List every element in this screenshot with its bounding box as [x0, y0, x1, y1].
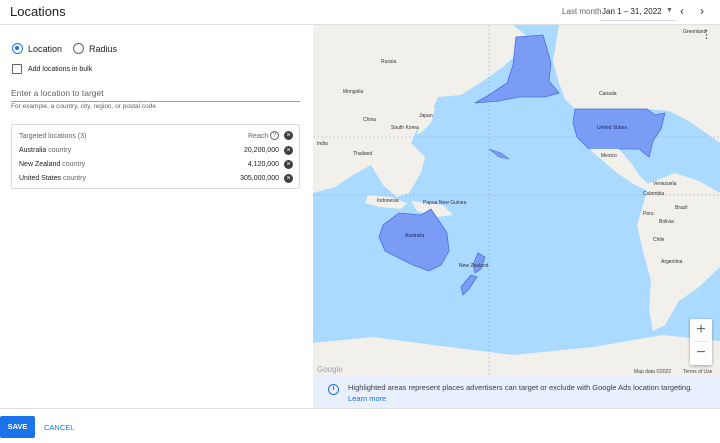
- asia-landmass: [313, 25, 528, 197]
- map-label-papua-new-guinea: Papua New Guinea: [423, 200, 467, 206]
- footer: SAVE CANCEL: [0, 408, 720, 443]
- map-label-japan: Japan: [419, 113, 433, 119]
- radius-radio[interactable]: [73, 43, 85, 54]
- remove-location-icon[interactable]: ×: [284, 160, 293, 169]
- cancel-button[interactable]: CANCEL: [44, 423, 74, 432]
- location-type-group: Location Radius: [12, 43, 128, 54]
- location-name: Australia: [19, 147, 47, 154]
- table-row: United States country: [19, 175, 86, 182]
- location-radio[interactable]: [12, 43, 23, 54]
- map-label-peru: Peru: [643, 211, 654, 217]
- more-vert-icon[interactable]: ⋮: [701, 28, 712, 41]
- zoom-controls: + −: [690, 319, 712, 365]
- info-text: Highlighted areas represent places adver…: [348, 382, 708, 404]
- location-radio-label[interactable]: Location: [28, 44, 62, 54]
- map-label-new-zealand: New Zealand: [459, 263, 489, 269]
- map-label-bolivia: Bolivia: [659, 219, 674, 225]
- save-button[interactable]: SAVE: [0, 416, 35, 438]
- date-underline: [600, 20, 676, 21]
- bulk-add-label[interactable]: Add locations in bulk: [28, 66, 92, 73]
- caret-down-icon[interactable]: ▼: [666, 7, 673, 14]
- date-label: Last month: [562, 7, 602, 16]
- page-title: Locations: [10, 4, 66, 19]
- map-label-mexico: Mexico: [601, 153, 617, 159]
- date-range-selector[interactable]: Jan 1 – 31, 2022: [602, 7, 662, 16]
- map-label-china: China: [363, 117, 376, 123]
- help-icon[interactable]: ?: [270, 131, 279, 140]
- search-hint: For example, a country, city, region, or…: [11, 103, 156, 110]
- remove-location-icon[interactable]: ×: [284, 146, 293, 155]
- remove-location-icon[interactable]: ×: [284, 174, 293, 183]
- map-label-chile: Chile: [653, 237, 665, 243]
- zoom-in-button[interactable]: +: [690, 319, 712, 341]
- table-row: Australia country: [19, 147, 71, 154]
- location-reach: 4,120,000: [247, 161, 279, 168]
- map-canvas: Greenland Russia Mongolia China South Ko…: [313, 25, 720, 375]
- location-type: country: [62, 161, 86, 168]
- info-message: Highlighted areas represent places adver…: [348, 383, 693, 392]
- hawaii-highlight: [488, 148, 510, 160]
- map-label-thailand: Thailand: [353, 151, 372, 157]
- map-label-brazil: Brazil: [675, 205, 688, 211]
- table-row: New Zealand country: [19, 161, 85, 168]
- location-type: country: [48, 147, 72, 154]
- reach-header: Reach: [248, 133, 269, 140]
- map[interactable]: Greenland Russia Mongolia China South Ko…: [313, 25, 720, 408]
- chevron-right-icon[interactable]: ›: [700, 4, 704, 18]
- location-reach: 305,000,000: [240, 175, 279, 182]
- location-type: country: [62, 175, 86, 182]
- map-label-south-korea: South Korea: [391, 125, 419, 131]
- location-panel: Location Radius Add locations in bulk Fo…: [0, 25, 313, 408]
- map-label-united-states: United States: [597, 125, 628, 131]
- map-label-canada: Canada: [599, 91, 617, 97]
- map-label-colombia: Colombia: [643, 191, 664, 197]
- map-label-venezuela: Venezuela: [653, 181, 677, 187]
- map-label-australia: Australia: [405, 233, 425, 239]
- info-icon: i: [328, 384, 339, 395]
- australia-highlight: [378, 208, 450, 272]
- location-name: United States: [19, 175, 62, 182]
- mexico-landmass: [589, 149, 655, 191]
- remove-all-icon[interactable]: ×: [284, 131, 293, 140]
- location-search-input[interactable]: [11, 85, 300, 102]
- map-label-russia: Russia: [381, 59, 397, 65]
- targeted-locations-table: Targeted locations (3) Reach ? × Austral…: [11, 124, 300, 189]
- learn-more-link[interactable]: Learn more: [348, 394, 386, 403]
- map-label-india: India: [317, 141, 328, 147]
- map-label-argentina: Argentina: [661, 259, 683, 265]
- radius-radio-label[interactable]: Radius: [89, 44, 117, 54]
- new-zealand-highlight: [460, 252, 486, 296]
- map-label-mongolia: Mongolia: [343, 89, 364, 95]
- bulk-add-row: Add locations in bulk: [12, 64, 92, 74]
- map-label-indonesia: Indonesia: [377, 198, 399, 204]
- google-logo: Google: [317, 365, 343, 374]
- chevron-left-icon[interactable]: ‹: [680, 4, 684, 18]
- targeted-locations-header: Targeted locations (3): [19, 133, 87, 140]
- zoom-out-button[interactable]: −: [690, 342, 712, 364]
- bulk-add-checkbox[interactable]: [12, 64, 22, 74]
- location-name: New Zealand: [19, 161, 61, 168]
- header: Locations Last month Jan 1 – 31, 2022 ▼ …: [0, 0, 720, 25]
- location-reach: 20,200,000: [243, 147, 279, 154]
- info-banner: i Highlighted areas represent places adv…: [313, 375, 720, 408]
